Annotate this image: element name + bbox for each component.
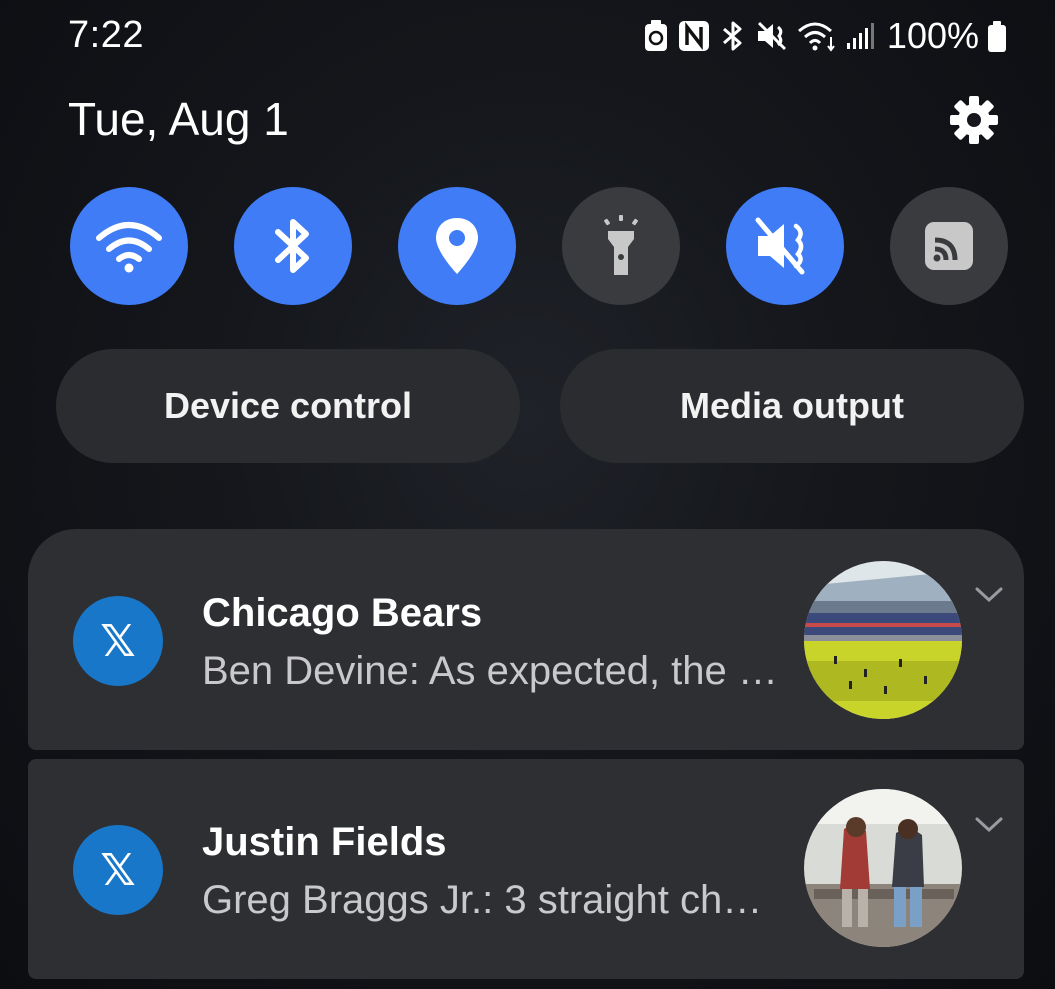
battery-percentage: 100% bbox=[886, 15, 979, 56]
mute-toggle[interactable] bbox=[726, 187, 844, 305]
notification-thumbnail bbox=[804, 561, 962, 719]
media-output-button[interactable]: Media output bbox=[560, 349, 1024, 463]
notification-body: Greg Braggs Jr.: 3 straight ch… bbox=[202, 878, 763, 922]
wifi-toggle[interactable] bbox=[70, 187, 188, 305]
notification-card[interactable]: 𝕏 Justin Fields Greg Braggs Jr.: 3 strai… bbox=[28, 759, 1024, 979]
mute-icon bbox=[755, 217, 805, 275]
mute-icon bbox=[757, 21, 786, 51]
notification-body: Ben Devine: As expected, the … bbox=[202, 649, 778, 693]
location-pin-icon bbox=[436, 218, 478, 274]
notification-thumbnail bbox=[804, 789, 962, 947]
notification-card[interactable]: 𝕏 Chicago Bears Ben Devine: As expected,… bbox=[28, 529, 1024, 750]
x-logo-icon: 𝕏 bbox=[73, 825, 163, 915]
gear-icon[interactable] bbox=[948, 94, 1000, 146]
bluetooth-icon bbox=[722, 21, 742, 51]
wifi-icon bbox=[797, 22, 835, 52]
wifi-icon bbox=[96, 222, 162, 273]
battery-saver-icon bbox=[644, 20, 667, 51]
bluetooth-toggle[interactable] bbox=[234, 187, 352, 305]
flashlight-toggle[interactable] bbox=[562, 187, 680, 305]
chevron-down-icon[interactable] bbox=[974, 585, 1004, 605]
notification-title: Chicago Bears bbox=[202, 591, 483, 635]
bluetooth-icon bbox=[275, 219, 309, 273]
status-bar: 7:22 100% bbox=[0, 0, 1055, 72]
chevron-down-icon[interactable] bbox=[974, 815, 1004, 835]
nfc-icon bbox=[678, 21, 709, 51]
flashlight-icon bbox=[604, 215, 638, 275]
cast-toggle[interactable] bbox=[890, 187, 1008, 305]
battery-icon bbox=[988, 21, 1006, 52]
quick-settings-toggles bbox=[70, 187, 1008, 305]
cast-icon bbox=[925, 222, 973, 270]
status-icons: 100% bbox=[643, 14, 1007, 58]
location-toggle[interactable] bbox=[398, 187, 516, 305]
clock: 7:22 bbox=[68, 14, 144, 56]
date-label: Tue, Aug 1 bbox=[68, 93, 289, 145]
device-control-button[interactable]: Device control bbox=[56, 349, 520, 463]
notification-title: Justin Fields bbox=[202, 820, 447, 864]
notification-shade: 7:22 100% Tue, Aug 1 Device control Medi… bbox=[0, 0, 1055, 989]
x-logo-icon: 𝕏 bbox=[73, 596, 163, 686]
signal-icon bbox=[846, 23, 874, 49]
